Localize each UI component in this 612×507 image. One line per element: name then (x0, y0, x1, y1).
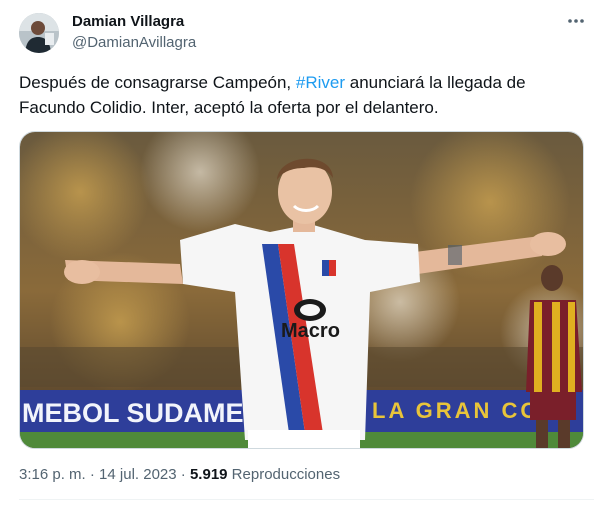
tweet-metadata: 3:16 p. m. · 14 jul. 2023 · 5.919 Reprod… (19, 466, 340, 483)
avatar[interactable] (19, 13, 59, 53)
tweet-text-part: Después de consagrarse Campeón, (19, 73, 296, 92)
tweet-card: Damian Villagra @DamianAvillagra Después… (0, 0, 612, 507)
banner-right-text: LA GRAN CO (372, 398, 541, 423)
author-name[interactable]: Damian Villagra (72, 13, 184, 30)
tweet-text: Después de consagrarse Campeón, #River a… (19, 70, 594, 120)
hashtag-link[interactable]: #River (296, 73, 345, 92)
more-dots-icon (568, 19, 584, 23)
tweet-time[interactable]: 3:16 p. m. (19, 466, 86, 483)
author-handle[interactable]: @DamianAvillagra (72, 34, 196, 51)
meta-separator: · (176, 466, 190, 483)
meta-separator: · (85, 466, 100, 483)
divider (19, 499, 594, 500)
tweet-date[interactable]: 14 jul. 2023 (99, 466, 177, 483)
more-options-button[interactable] (565, 10, 587, 32)
tweet-photo[interactable]: MEBOL SUDAMER LA GRAN CO Macro (19, 131, 584, 449)
views-label: Reproducciones (227, 466, 341, 483)
jersey-sponsor-text: Macro (281, 320, 340, 342)
views-count[interactable]: 5.919 (190, 466, 228, 483)
banner-left-text: MEBOL SUDAMER (22, 398, 263, 428)
